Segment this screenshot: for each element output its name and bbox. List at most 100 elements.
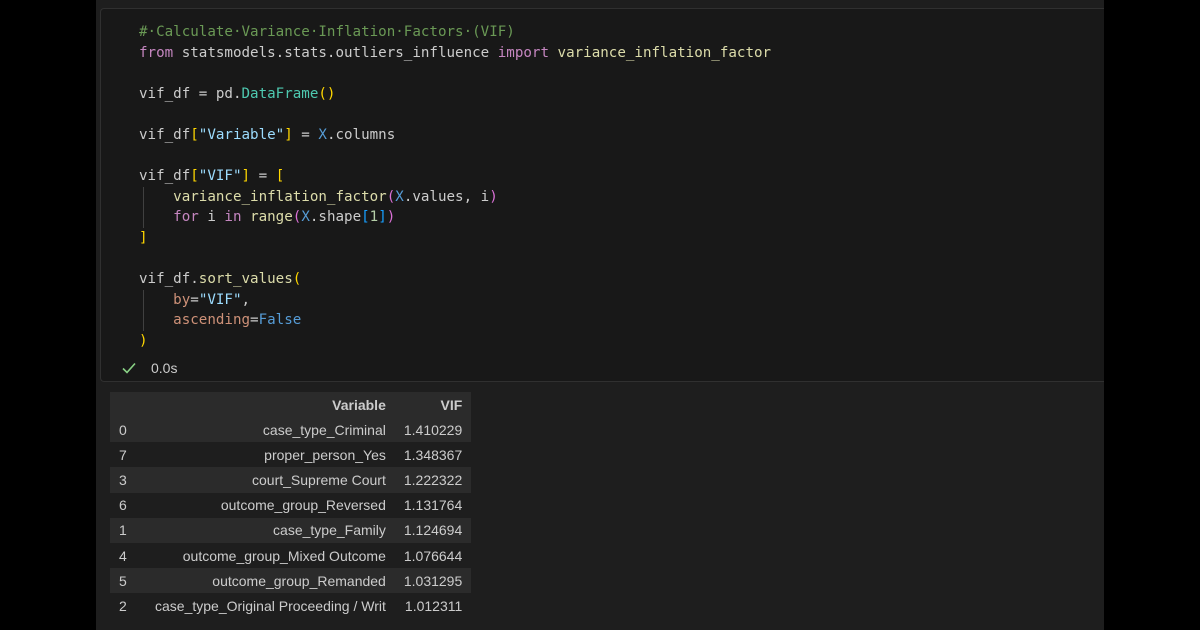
vif-table: Variable VIF 0 case_type_Criminal 1.410229…: [110, 392, 472, 619]
vif-cell: 1.131764: [394, 492, 472, 518]
table-row: 6 outcome_group_Reversed 1.131764: [110, 492, 472, 518]
variable-cell: proper_person_Yes: [146, 442, 395, 468]
vif-cell: 1.012311: [394, 593, 472, 619]
code-token: ): [489, 188, 498, 205]
vif-cell: 1.031295: [394, 568, 472, 594]
variable-cell: case_type_Family: [146, 517, 395, 543]
code-token: variance_inflation_factor: [173, 188, 387, 205]
code-cell[interactable]: #·Calculate·Variance·Inflation·Factors·(…: [100, 8, 1104, 382]
code-token: ]: [378, 209, 387, 226]
table-header-row: Variable VIF: [110, 392, 472, 417]
cell-output: Variable VIF 0 case_type_Criminal 1.410229…: [110, 392, 472, 619]
code-token: 1: [369, 209, 379, 226]
vif-cell: 1.124694: [394, 517, 472, 543]
table-row: 0 case_type_Criminal 1.410229: [110, 417, 472, 443]
row-index: 4: [110, 542, 146, 569]
code-token: i: [198, 209, 225, 226]
code-token: X: [395, 188, 404, 205]
code-line: for i in range(X.shape[1]): [139, 207, 771, 228]
code-token: "VIF": [198, 168, 242, 185]
code-line: vif_df.sort_values(: [139, 269, 771, 290]
code-line: by="VIF",: [139, 290, 771, 311]
code-line: #·Calculate·Variance·Inflation·Factors·(…: [139, 22, 771, 43]
row-index: 0: [110, 417, 146, 443]
code-token: =: [190, 291, 199, 308]
code-token: ): [386, 209, 396, 226]
code-token: =: [292, 126, 319, 143]
row-index: 6: [110, 492, 146, 518]
code-token: range: [250, 209, 293, 226]
code-token: ,: [241, 291, 251, 308]
vif-cell: 1.348367: [394, 442, 472, 468]
code-line: variance_inflation_factor(X.values, i): [139, 187, 771, 208]
row-index: 5: [110, 568, 146, 594]
column-header-vif: VIF: [394, 392, 472, 417]
code-token: variance_inflation_factor: [549, 44, 772, 61]
code-token: [: [190, 126, 199, 143]
code-token: (): [318, 85, 336, 102]
code-token: .columns: [326, 126, 396, 143]
table-row: 1 case_type_Family 1.124694: [110, 517, 472, 543]
variable-cell: case_type_Criminal: [146, 417, 395, 443]
variable-cell: outcome_group_Reversed: [146, 492, 395, 518]
table-row: 5 outcome_group_Remanded 1.031295: [110, 568, 472, 594]
code-token: (: [386, 188, 396, 205]
code-line: vif_df["VIF"] = [: [139, 166, 771, 187]
code-token: "Variable": [198, 126, 285, 143]
code-editor[interactable]: #·Calculate·Variance·Inflation·Factors·(…: [139, 22, 771, 352]
code-token: .values, i: [403, 188, 490, 205]
code-token: #·Calculate·Variance·Inflation·Factors·(…: [139, 24, 515, 40]
code-token: from: [139, 44, 174, 61]
variable-cell: court_Supreme Court: [146, 467, 395, 493]
check-icon: [122, 362, 136, 374]
column-header-variable: Variable: [146, 392, 395, 417]
code-token: ): [139, 332, 148, 349]
code-token: [: [190, 168, 199, 185]
column-header-index: [110, 392, 146, 417]
code-token: sort_values: [198, 271, 293, 288]
code-token: False: [258, 312, 302, 329]
code-line: vif_df["Variable"] = X.columns: [139, 125, 771, 146]
indent-guide: [143, 186, 144, 228]
execution-time: 0.0s: [151, 360, 178, 376]
code-token: "VIF": [198, 291, 242, 308]
variable-cell: case_type_Original Proceeding / Writ: [146, 593, 395, 619]
code-token: ]: [241, 168, 251, 185]
execution-status: 0.0s: [121, 360, 177, 376]
code-token: .: [232, 85, 242, 102]
code-token: vif_df: [139, 85, 191, 102]
vif-cell: 1.076644: [394, 542, 472, 569]
code-token: X: [301, 209, 310, 226]
row-index: 2: [110, 593, 146, 619]
code-token: for: [173, 209, 199, 226]
code-token: .: [190, 271, 199, 288]
table-row: 3 court_Supreme Court 1.222322: [110, 467, 472, 493]
code-line: ): [139, 331, 771, 352]
row-index: 7: [110, 442, 146, 468]
code-token: vif_df: [139, 271, 191, 288]
code-token: =: [250, 312, 259, 329]
code-token: ]: [139, 229, 148, 246]
code-token: [: [361, 209, 370, 226]
code-token: ascending: [173, 312, 251, 329]
code-token: by: [173, 291, 191, 308]
code-token: ]: [284, 126, 293, 143]
code-token: import: [497, 44, 550, 61]
code-token: X: [318, 126, 327, 143]
code-line: vif_df = pd.DataFrame(): [139, 84, 771, 105]
code-token: in: [224, 209, 242, 226]
row-index: 3: [110, 467, 146, 493]
table-row: 4 outcome_group_Mixed Outcome 1.076644: [110, 542, 472, 569]
variable-cell: outcome_group_Remanded: [146, 568, 395, 594]
variable-cell: outcome_group_Mixed Outcome: [146, 542, 395, 569]
code-token: .shape: [309, 209, 362, 226]
